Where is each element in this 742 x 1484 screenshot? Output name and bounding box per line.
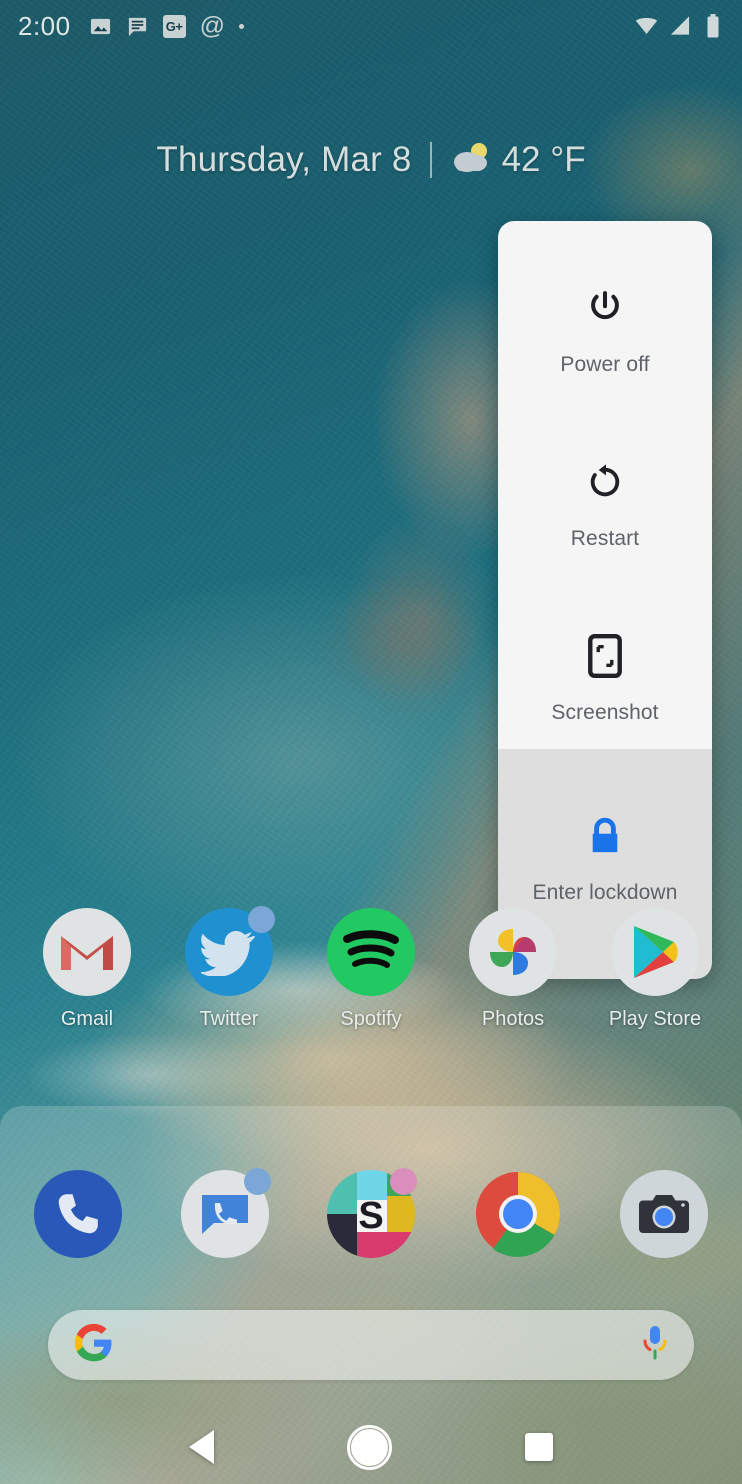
app-label-twitter: Twitter <box>199 1008 259 1030</box>
app-label-spotify: Spotify <box>340 1008 402 1030</box>
app-twitter[interactable]: Twitter <box>176 906 282 1031</box>
power-menu-label-enter-lockdown: Enter lockdown <box>532 881 678 904</box>
app-label-gmail: Gmail <box>60 1008 114 1030</box>
power-menu-label-restart: Restart <box>570 527 640 550</box>
wifi-icon <box>635 15 658 38</box>
email-notification-icon: @ <box>199 11 225 40</box>
google-search-bar[interactable] <box>48 1310 694 1380</box>
status-bar-system-icons <box>635 14 724 38</box>
power-menu-primary-section: Power off Restart Screenshot <box>498 221 712 765</box>
gmail-icon[interactable] <box>43 908 131 996</box>
notification-badge-slack <box>390 1168 417 1195</box>
app-gmail[interactable]: Gmail <box>34 908 140 1031</box>
back-button[interactable] <box>188 1430 214 1464</box>
power-menu[interactable]: Power off Restart Screenshot Enter lockd… <box>498 221 712 979</box>
app-label-play-store: Play Store <box>608 1008 702 1030</box>
app-spotify[interactable]: Spotify <box>318 908 424 1031</box>
svg-text:S: S <box>358 1195 383 1237</box>
cellular-signal-icon <box>668 15 691 38</box>
more-notifications-dot-icon <box>239 23 244 29</box>
power-menu-item-power-off[interactable]: Power off <box>498 267 712 391</box>
power-menu-item-enter-lockdown[interactable]: Enter lockdown <box>498 795 712 919</box>
date-weather-widget[interactable]: Thursday, Mar 8 42 °F <box>0 140 742 180</box>
app-phone[interactable] <box>34 1170 122 1258</box>
widget-separator <box>429 142 432 178</box>
weather-widget[interactable]: 42 °F <box>450 140 586 180</box>
spotify-icon[interactable] <box>327 908 415 996</box>
photos-notification-icon <box>89 15 112 38</box>
power-menu-item-screenshot[interactable]: Screenshot <box>498 615 712 739</box>
home-button[interactable] <box>346 1424 392 1470</box>
android-home-screen: 2:00 G+ @ Thursday, Mar 8 42 °F Power of… <box>0 0 742 1484</box>
home-app-row: Gmail Twitter Spotify Photos Play Store <box>0 906 742 1031</box>
play-store-icon[interactable] <box>611 908 699 996</box>
app-chrome[interactable] <box>474 1170 562 1258</box>
messages-notification-icon <box>126 15 149 38</box>
date-text[interactable]: Thursday, Mar 8 <box>156 140 411 180</box>
app-label-photos: Photos <box>481 1008 545 1030</box>
app-slack[interactable]: S <box>327 1168 417 1258</box>
navigation-bar <box>0 1410 742 1484</box>
microphone-icon[interactable] <box>642 1324 668 1367</box>
notification-badge-messages <box>243 1168 271 1195</box>
status-bar[interactable]: 2:00 G+ @ <box>0 0 742 52</box>
temperature-text: 42 °F <box>501 140 586 179</box>
google-plus-notification-icon: G+ <box>162 14 186 38</box>
photos-icon[interactable] <box>469 908 557 996</box>
restart-icon <box>585 459 625 505</box>
power-icon <box>584 285 626 331</box>
status-bar-notification-icons: G+ @ <box>89 11 635 40</box>
status-bar-clock: 2:00 <box>18 10 71 41</box>
screenshot-icon <box>588 633 622 679</box>
dock-app-row: S <box>0 1168 742 1258</box>
google-g-icon[interactable] <box>74 1323 114 1368</box>
power-menu-label-power-off: Power off <box>560 353 650 376</box>
notification-badge-twitter <box>248 906 275 933</box>
battery-icon <box>701 14 724 38</box>
app-photos[interactable]: Photos <box>460 908 566 1031</box>
app-play-store[interactable]: Play Store <box>602 908 708 1031</box>
twitter-icon[interactable] <box>185 906 275 996</box>
power-menu-label-screenshot: Screenshot <box>551 701 659 724</box>
app-camera[interactable] <box>620 1170 708 1258</box>
power-menu-item-restart[interactable]: Restart <box>498 441 712 565</box>
recents-button[interactable] <box>525 1433 554 1461</box>
partly-cloudy-icon <box>450 141 494 180</box>
lock-icon <box>586 813 624 859</box>
app-messages[interactable] <box>180 1168 271 1258</box>
